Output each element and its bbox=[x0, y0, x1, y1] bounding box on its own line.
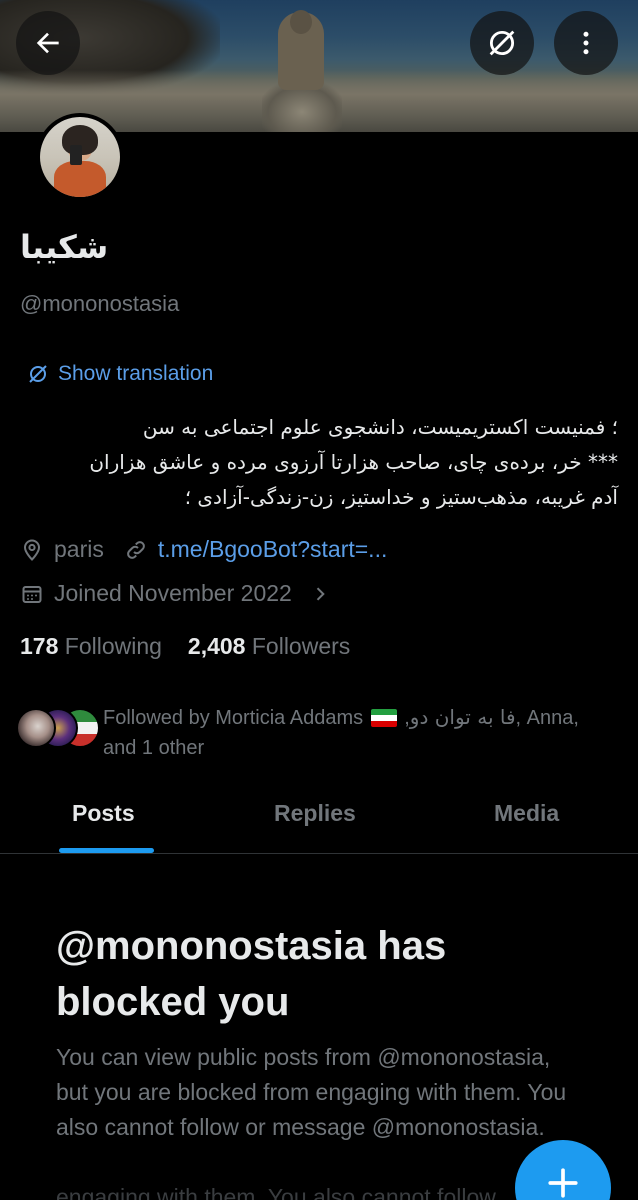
bio-line: ؛ فمنیست اکستریمیست، دانشجوی علوم اجتماع… bbox=[142, 415, 618, 439]
followers-label: Followers bbox=[251, 633, 351, 659]
location-pin-icon bbox=[23, 538, 41, 561]
location: paris bbox=[20, 536, 104, 563]
iran-flag-icon bbox=[370, 709, 397, 727]
followed-by[interactable]: Followed by Morticia Addams ,فا به توان … bbox=[16, 700, 626, 764]
joined: Joined November 2022 bbox=[20, 580, 292, 607]
followed-by-suffix: , Anna, bbox=[515, 707, 579, 729]
profile-bio: ؛ فمنیست اکستریمیست، دانشجوی علوم اجتماع… bbox=[20, 410, 618, 515]
plus-icon bbox=[548, 1168, 578, 1198]
followers-count: 2,408 bbox=[187, 633, 246, 659]
profile-meta-row: paris t.me/BgooBot?start=... bbox=[20, 536, 407, 563]
avatar bbox=[16, 708, 56, 748]
joined-label: Joined November 2022 bbox=[54, 580, 292, 606]
following-stat[interactable]: 178 Following bbox=[20, 633, 162, 660]
translate-icon bbox=[29, 365, 47, 383]
tab-posts[interactable]: Posts bbox=[72, 800, 135, 827]
blocked-message-ghost: engaging with them. You also cannot foll… bbox=[56, 1184, 496, 1200]
followed-by-text: Followed by Morticia Addams ,فا به توان … bbox=[103, 705, 579, 759]
followed-by-prefix: Followed by Morticia Addams bbox=[103, 707, 364, 729]
display-name: شکیبا bbox=[20, 228, 109, 266]
location-label: paris bbox=[54, 536, 104, 562]
blocked-message: You can view public posts from @mononost… bbox=[56, 1044, 567, 1140]
blocked-title: @mononostasia has blocked you bbox=[56, 924, 447, 1024]
avatar[interactable] bbox=[36, 113, 124, 201]
more-vertical-icon bbox=[583, 31, 589, 55]
profile-handle: @mononostasia bbox=[20, 291, 180, 316]
link-icon bbox=[126, 540, 145, 559]
more-options-button[interactable] bbox=[554, 11, 618, 75]
profile-link-label[interactable]: t.me/BgooBot?start=... bbox=[158, 536, 387, 563]
followed-by-line2: and 1 other bbox=[103, 737, 205, 759]
tab-media[interactable]: Media bbox=[494, 800, 559, 827]
translate-icon bbox=[489, 30, 515, 56]
bio-line: آدم غریبه، مذهب‌ستیز و خداستیز، زن-زندگی… bbox=[184, 485, 618, 509]
profile-tabs: Posts Replies Media bbox=[0, 780, 638, 854]
back-button[interactable] bbox=[16, 11, 80, 75]
mutual-followers-avatars bbox=[16, 708, 100, 750]
translate-button[interactable] bbox=[470, 11, 534, 75]
compose-button[interactable] bbox=[515, 1140, 611, 1200]
tab-replies[interactable]: Replies bbox=[274, 800, 356, 827]
following-label: Following bbox=[64, 633, 162, 659]
followers-stat[interactable]: 2,408 Followers bbox=[188, 633, 350, 660]
calendar-icon bbox=[22, 585, 42, 603]
follow-stats: 178 Following 2,408 Followers bbox=[20, 633, 350, 660]
following-count: 178 bbox=[20, 633, 59, 659]
show-translation-link[interactable]: Show translation bbox=[26, 362, 213, 386]
arrow-left-icon bbox=[36, 32, 59, 54]
profile-banner[interactable] bbox=[0, 0, 638, 132]
joined-row[interactable]: Joined November 2022 bbox=[20, 580, 330, 607]
show-translation-label: Show translation bbox=[58, 362, 214, 385]
chevron-right-icon[interactable] bbox=[310, 584, 330, 604]
profile-link[interactable]: t.me/BgooBot?start=... bbox=[124, 536, 387, 563]
bio-line: *** خر، برده‌ی چای، صاحب هزارتا آرزوی مر… bbox=[89, 450, 618, 474]
followed-by-rtl-name: فا به توان دو bbox=[409, 705, 516, 729]
active-tab-indicator bbox=[59, 848, 154, 853]
